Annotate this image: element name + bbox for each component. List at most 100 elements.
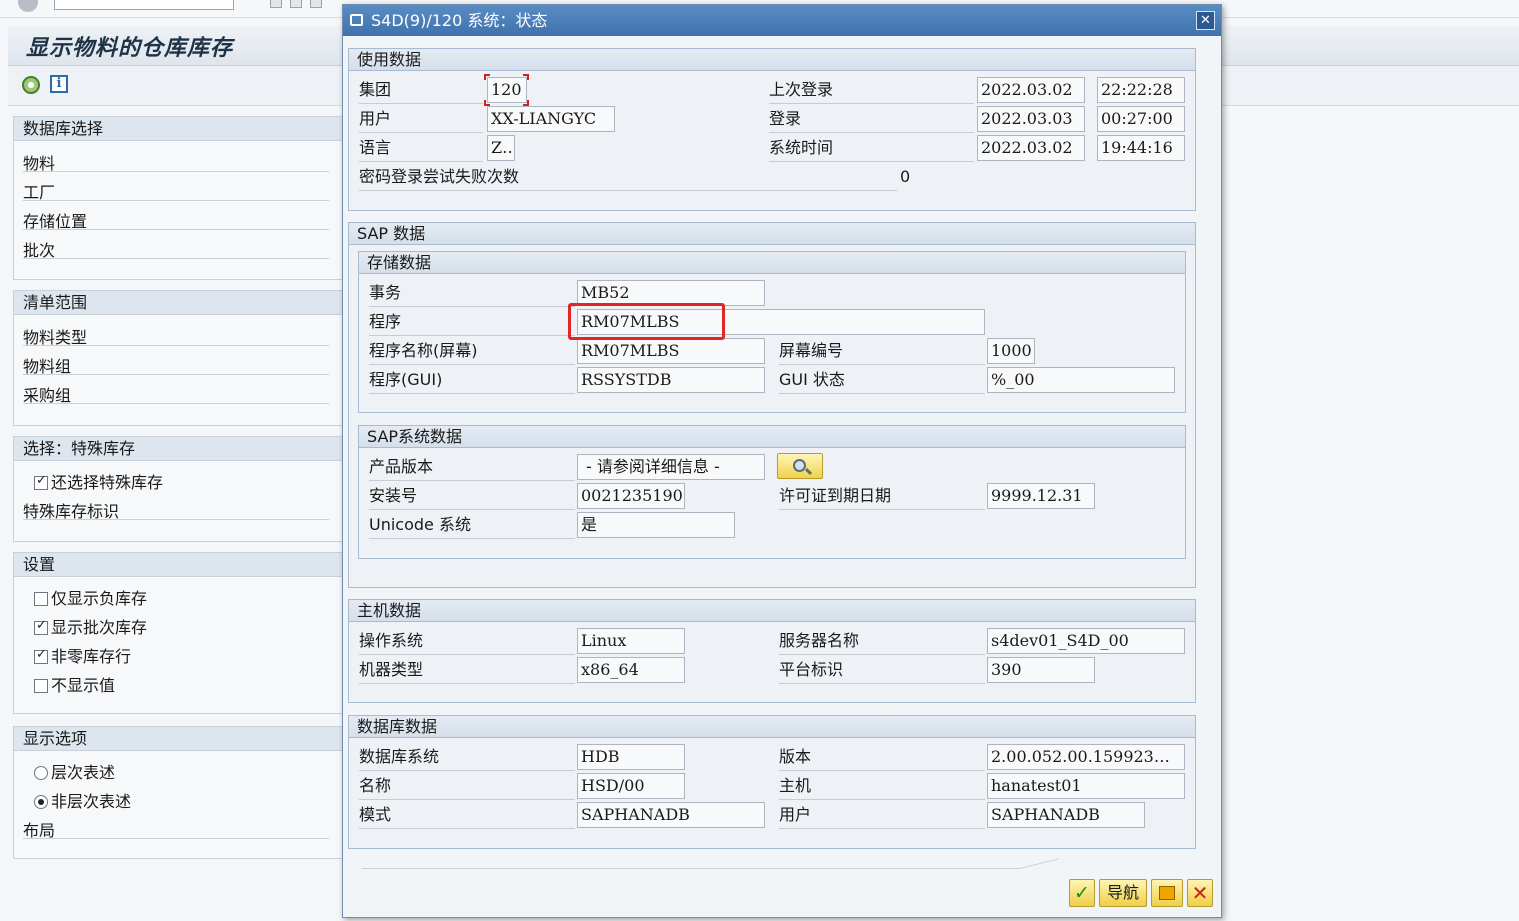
label-unicode: Unicode 系统 [369, 515, 575, 539]
checkbox-nonzero-lines[interactable]: 非零库存行 [34, 643, 131, 667]
field-system-date[interactable]: 2022.03.02 [977, 135, 1085, 161]
magnifier-handle [804, 467, 813, 476]
radio[interactable] [34, 766, 48, 780]
export-icon [1159, 886, 1175, 900]
checkbox-batch-stock[interactable]: 显示批次库存 [34, 614, 147, 638]
field-gui-status[interactable]: %_00 [987, 367, 1175, 393]
group-header: 清单范围 [14, 291, 346, 315]
label-db-name: 名称 [359, 776, 575, 800]
field-last-login-time[interactable]: 22:22:28 [1097, 77, 1185, 103]
checkbox[interactable] [34, 618, 48, 635]
field-license-expiry[interactable]: 9999.12.31 [987, 483, 1095, 509]
field-db-schema[interactable]: SAPHANADB [577, 802, 765, 828]
field-unicode[interactable]: 是 [577, 512, 735, 538]
select-label-material-type: 物料类型 [23, 324, 329, 348]
enter-icon[interactable] [18, 0, 38, 12]
label-machine-type: 机器类型 [359, 660, 575, 684]
label-platform-id: 平台标识 [779, 660, 985, 684]
field-program-screen[interactable]: RM07MLBS [577, 338, 765, 364]
label-db-version: 版本 [779, 747, 985, 771]
radio-non-hierarchical[interactable]: 非层次表述 [34, 788, 131, 812]
section-header: 数据库数据 [349, 716, 1195, 738]
field-system-time[interactable]: 19:44:16 [1097, 135, 1185, 161]
field-db-user[interactable]: SAPHANADB [987, 802, 1145, 828]
field-last-login-date[interactable]: 2022.03.02 [977, 77, 1085, 103]
radio-hierarchical[interactable]: 层次表述 [34, 759, 115, 783]
select-label-storage-location: 存储位置 [23, 208, 329, 232]
group-header: 选择：特殊库存 [14, 437, 346, 461]
field-os[interactable]: Linux [577, 628, 685, 654]
select-label-plant: 工厂 [23, 179, 329, 203]
navigate-button[interactable]: 导航 [1099, 879, 1147, 907]
field-machine-type[interactable]: x86_64 [577, 657, 685, 683]
details-button[interactable] [777, 453, 823, 479]
field-product-version[interactable]: - 请参阅详细信息 - [577, 454, 765, 480]
field-login-time[interactable]: 00:27:00 [1097, 106, 1185, 132]
confirm-button[interactable]: ✓ [1069, 879, 1095, 907]
field-installation-number[interactable]: 0021235190 [577, 483, 685, 509]
field-program-gui[interactable]: RSSYSTDB [577, 367, 765, 393]
field-server-name[interactable]: s4dev01_S4D_00 [987, 628, 1185, 654]
select-label-special-stock-indicator: 特殊库存标识 [23, 498, 329, 522]
label-program-screen: 程序名称(屏幕) [369, 341, 575, 365]
label-login: 登录 [769, 109, 974, 133]
label-client: 集团 [359, 80, 483, 104]
section-header: SAP 数据 [349, 223, 1195, 245]
select-label-batch: 批次 [23, 237, 329, 261]
section-header: 存储数据 [359, 252, 1185, 274]
checkbox[interactable] [34, 679, 48, 693]
field-screen-number[interactable]: 1000 [987, 338, 1035, 364]
label-gui-status: GUI 状态 [779, 370, 985, 394]
checkbox-negative-stock[interactable]: 仅显示负库存 [34, 585, 147, 609]
checkbox-hide-values[interactable]: 不显示值 [34, 672, 115, 696]
command-field[interactable] [54, 0, 234, 10]
label-screen-number: 屏幕编号 [779, 341, 985, 365]
field-db-system[interactable]: HDB [577, 744, 685, 770]
label-os: 操作系统 [359, 631, 575, 655]
checkbox[interactable] [34, 647, 48, 664]
label-program-gui: 程序(GUI) [369, 370, 575, 394]
label-language: 语言 [359, 138, 483, 162]
field-db-host[interactable]: hanatest01 [987, 773, 1185, 799]
field-client[interactable]: 120 [487, 77, 527, 103]
label-server-name: 服务器名称 [779, 631, 985, 655]
label-db-schema: 模式 [359, 805, 575, 829]
section-header: 使用数据 [349, 49, 1195, 71]
field-platform-id[interactable]: 390 [987, 657, 1095, 683]
group-db-select: 数据库选择 [13, 116, 347, 280]
label-db-host: 主机 [779, 776, 985, 800]
info-icon[interactable]: i [50, 75, 68, 93]
label-transaction: 事务 [369, 283, 575, 307]
label-password-failures: 密码登录尝试失败次数 [359, 167, 897, 191]
label-system-time: 系统时间 [769, 138, 974, 162]
group-header: 显示选项 [14, 727, 346, 751]
field-login-date[interactable]: 2022.03.03 [977, 106, 1085, 132]
label-installation-number: 安装号 [369, 486, 575, 510]
radio[interactable] [34, 795, 48, 809]
page-title: 显示物料的仓库库存 [26, 36, 234, 61]
save-icon[interactable] [270, 0, 282, 8]
field-user[interactable]: XX-LIANGYC [487, 106, 615, 132]
dialog-title-bar: S4D(9)/120 系统：状态 ✕ [343, 5, 1221, 36]
select-label-layout: 布局 [23, 817, 329, 841]
close-button[interactable]: ✕ [1196, 11, 1215, 30]
export-button[interactable] [1151, 879, 1183, 907]
label-license-expiry: 许可证到期日期 [779, 486, 985, 510]
label-user: 用户 [359, 109, 483, 133]
cancel-button[interactable]: ✕ [1187, 879, 1213, 907]
back-icon[interactable] [290, 0, 302, 8]
field-language[interactable]: ZH [487, 135, 515, 161]
select-label-material-group: 物料组 [23, 353, 329, 377]
execute-icon[interactable] [22, 76, 40, 94]
checkbox[interactable] [34, 592, 48, 606]
label-product-version: 产品版本 [369, 457, 575, 481]
select-label-material: 物料 [23, 150, 329, 174]
field-db-name[interactable]: HSD/00 [577, 773, 685, 799]
group-header: 数据库选择 [14, 117, 346, 141]
focus-corner [523, 74, 529, 80]
field-db-version[interactable]: 2.00.052.00.159923… [987, 744, 1185, 770]
checkbox[interactable] [34, 473, 48, 490]
close-icon: ✕ [1191, 881, 1209, 905]
exit-icon[interactable] [310, 0, 322, 8]
checkbox-special-stock[interactable]: 还选择特殊库存 [34, 469, 163, 493]
